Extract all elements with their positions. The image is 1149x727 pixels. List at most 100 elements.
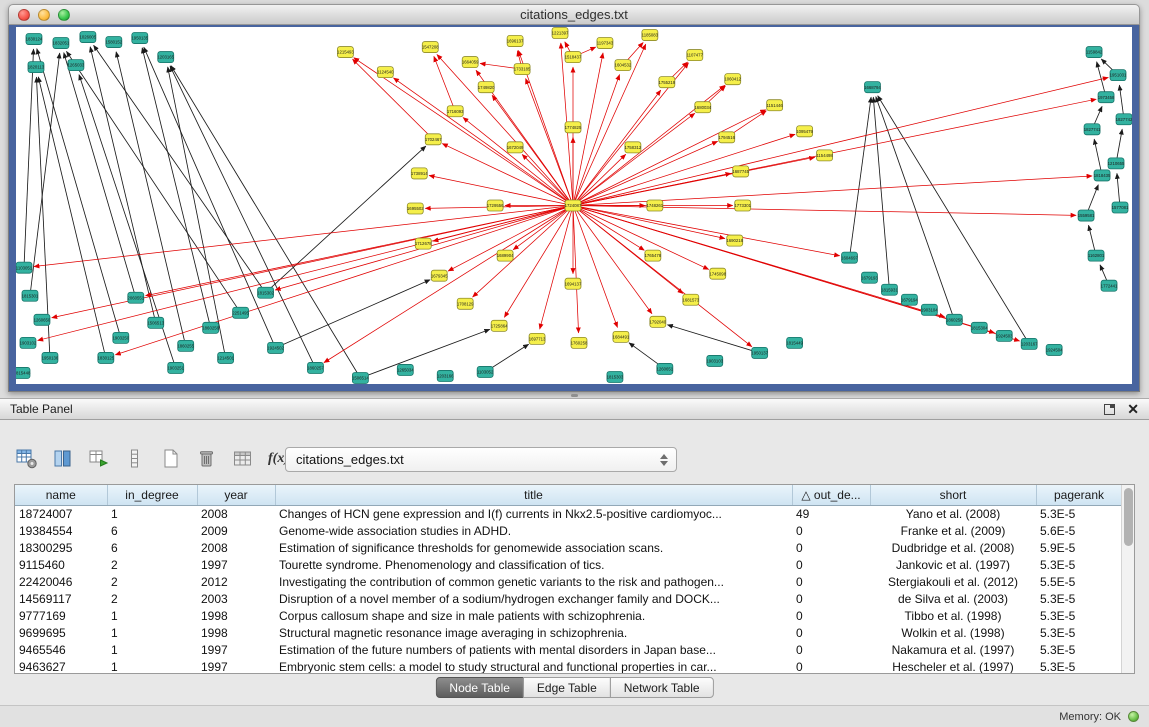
network-node[interactable]: 1815304: [971, 322, 988, 333]
network-node[interactable]: 1702467: [425, 134, 442, 145]
network-edge[interactable]: [171, 66, 360, 378]
network-node[interactable]: 1903103: [706, 355, 723, 366]
network-node[interactable]: 1794516: [718, 132, 735, 143]
column-header[interactable]: pagerank: [1036, 485, 1122, 505]
network-node[interactable]: 1095479: [796, 126, 813, 137]
row-strip-icon[interactable]: [122, 446, 147, 471]
tab-edge-table[interactable]: Edge Table: [523, 677, 611, 698]
network-node[interactable]: 1950136: [42, 352, 59, 363]
network-node[interactable]: 1772441: [1101, 280, 1118, 291]
network-edge[interactable]: [276, 280, 431, 348]
table-scrollbar-thumb[interactable]: [1124, 488, 1133, 546]
table-scrollbar[interactable]: [1121, 485, 1134, 673]
network-node[interactable]: 1203167: [1021, 338, 1038, 349]
network-node[interactable]: 1950137: [751, 347, 768, 358]
network-edge[interactable]: [170, 66, 315, 368]
network-node[interactable]: 1903102: [20, 337, 37, 348]
network-node[interactable]: 1903250: [112, 332, 129, 343]
network-node[interactable]: 1765478: [645, 250, 662, 261]
network-node[interactable]: 1679345: [431, 270, 448, 281]
network-node[interactable]: 1749820: [478, 82, 495, 93]
network-node[interactable]: 1773301: [734, 200, 751, 211]
network-node[interactable]: 1668794: [864, 82, 881, 93]
network-node[interactable]: 1820113: [28, 62, 45, 73]
network-node[interactable]: 1729556: [487, 200, 504, 211]
network-node[interactable]: 1604697: [841, 252, 858, 263]
zoom-window-button[interactable]: [58, 9, 70, 21]
network-edge[interactable]: [878, 96, 1030, 344]
network-node[interactable]: 1689904: [497, 250, 514, 261]
network-node[interactable]: 1792040: [650, 316, 667, 327]
network-node[interactable]: 1818435: [1094, 170, 1111, 181]
network-edge[interactable]: [573, 99, 1096, 205]
network-node[interactable]: 1547208: [422, 42, 439, 53]
table-row[interactable]: 1938455462009Genome-wide association stu…: [15, 522, 1122, 539]
network-edge[interactable]: [37, 49, 121, 338]
network-edge[interactable]: [473, 206, 573, 298]
close-panel-icon[interactable]: ✕: [1127, 402, 1139, 416]
network-node[interactable]: 1679193: [861, 272, 878, 283]
network-edge[interactable]: [522, 154, 573, 205]
network-node[interactable]: 1154498: [816, 150, 833, 161]
network-node[interactable]: 1260651: [656, 363, 673, 374]
network-node[interactable]: 1815931: [881, 284, 898, 295]
network-node[interactable]: 1694137: [565, 278, 582, 289]
network-node[interactable]: 1716093: [447, 106, 464, 117]
network-node[interactable]: 1215493: [337, 47, 354, 58]
network-node[interactable]: 1506514: [352, 372, 369, 383]
network-node[interactable]: 1260650: [34, 314, 51, 325]
network-node[interactable]: 1827741: [1084, 124, 1101, 135]
network-node[interactable]: 1672049: [507, 142, 524, 153]
network-node[interactable]: 1860255: [177, 340, 194, 351]
network-node[interactable]: 1748261: [647, 200, 664, 211]
network-node[interactable]: 1518437: [565, 52, 582, 63]
show-columns-icon[interactable]: [50, 446, 75, 471]
network-edge[interactable]: [850, 97, 872, 258]
network-edge[interactable]: [540, 206, 573, 330]
network-edge[interactable]: [66, 51, 240, 312]
network-edge[interactable]: [873, 97, 889, 290]
network-node[interactable]: 1060412: [724, 74, 741, 85]
network-node[interactable]: 1924503: [996, 330, 1013, 341]
network-node[interactable]: 1950135: [131, 33, 148, 44]
network-node[interactable]: 1815302: [257, 287, 274, 298]
column-header[interactable]: in_degree: [107, 485, 197, 505]
table-mode-icon[interactable]: [14, 446, 39, 471]
network-node[interactable]: 1681573: [682, 294, 699, 305]
network-node[interactable]: 1815301: [22, 290, 39, 301]
tab-node-table[interactable]: Node Table: [435, 677, 524, 698]
network-edge[interactable]: [360, 329, 489, 378]
network-node[interactable]: 1860258: [946, 314, 963, 325]
network-node[interactable]: 1745098: [709, 268, 726, 279]
network-node[interactable]: 1860257: [307, 362, 324, 373]
delete-trash-icon[interactable]: [194, 446, 219, 471]
network-node[interactable]: 1577081: [1112, 202, 1129, 213]
network-node[interactable]: 1506513: [147, 317, 164, 328]
network-table-select[interactable]: citations_edges.txt: [285, 447, 677, 472]
network-node[interactable]: 1265034: [397, 364, 414, 375]
column-header[interactable]: year: [197, 485, 275, 505]
network-node[interactable]: 1815448: [16, 367, 31, 378]
network-node[interactable]: 1697713: [529, 333, 546, 344]
network-edge[interactable]: [573, 154, 626, 205]
network-node[interactable]: 1758312: [625, 142, 642, 153]
network-edge[interactable]: [354, 58, 573, 206]
column-header[interactable]: name: [15, 485, 107, 505]
network-edge[interactable]: [573, 206, 617, 328]
network-edge[interactable]: [393, 78, 573, 206]
splitter-handle[interactable]: [571, 394, 578, 397]
network-node[interactable]: 1265033: [68, 60, 85, 71]
table-row[interactable]: 1872400712008Changes of HCN gene express…: [15, 505, 1122, 522]
network-edge[interactable]: [24, 49, 34, 268]
network-node[interactable]: 1903251: [167, 362, 184, 373]
network-edge[interactable]: [168, 67, 226, 358]
table-row[interactable]: 2242004622012Investigating the contribut…: [15, 573, 1122, 590]
table-row[interactable]: 1456911722003Disruption of a novel membe…: [15, 590, 1122, 607]
table-row[interactable]: 977716911998Corpus callosum shape and si…: [15, 607, 1122, 624]
network-node[interactable]: 1860256: [202, 322, 219, 333]
network-node[interactable]: 1210655: [1108, 158, 1125, 169]
network-node[interactable]: 1827742: [1116, 114, 1132, 125]
table-row[interactable]: 911546021997Tourette syndrome. Phenomeno…: [15, 556, 1122, 573]
network-node[interactable]: 1696137: [507, 36, 524, 47]
column-header[interactable]: short: [870, 485, 1036, 505]
